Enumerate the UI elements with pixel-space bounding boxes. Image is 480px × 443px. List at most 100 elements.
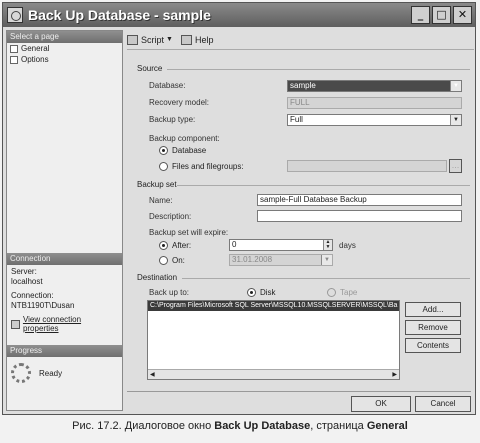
progress-status: Ready (39, 368, 63, 378)
radio-checked-icon (159, 241, 168, 250)
left-pane: Select a page General Options Connection… (6, 30, 123, 411)
connection-header: Connection (7, 253, 122, 265)
recovery-model-field: FULL (287, 97, 462, 109)
scroll-left-icon[interactable]: ◀ (150, 371, 155, 378)
database-icon (7, 7, 23, 23)
destination-list[interactable]: C:\Program Files\Microsoft SQL Server\MS… (147, 300, 400, 380)
connection-value: NTB1190T\Dusan (11, 301, 75, 310)
script-icon (127, 34, 138, 45)
help-icon (180, 34, 192, 45)
figure-caption: Рис. 17.2. Диалоговое окно Back Up Datab… (0, 420, 480, 432)
help-label: Help (194, 34, 214, 45)
expire-date-value: 31.01.2008 (232, 255, 273, 264)
backup-dialog-window: Back Up Database - sample _ □ ✕ Select a… (2, 2, 476, 415)
on-label: On: (172, 256, 185, 265)
backup-type-select[interactable]: Full ▼ (287, 114, 462, 126)
page-icon (10, 44, 18, 53)
caption-middle: , страница (310, 420, 367, 432)
view-connection-label: View connection properties (22, 315, 82, 333)
days-label: days (339, 241, 356, 250)
caption-prefix: Рис. 17.2. Диалоговое окно (72, 420, 215, 432)
expire-date-picker: 31.01.2008 ▼ (229, 254, 333, 266)
page-icon (10, 55, 18, 64)
script-button[interactable]: Script ▼ (127, 34, 173, 45)
recovery-model-label: Recovery model: (149, 98, 210, 107)
expire-days-value: 0 (232, 240, 237, 249)
contents-button[interactable]: Contents (405, 338, 461, 353)
radio-checked-icon (247, 288, 256, 297)
select-page-header: Select a page (7, 31, 122, 43)
chevron-down-icon: ▼ (321, 255, 332, 265)
minimize-button[interactable]: _ (411, 6, 430, 24)
disk-label: Disk (260, 288, 276, 297)
cancel-button[interactable]: Cancel (415, 396, 471, 412)
close-button[interactable]: ✕ (453, 6, 472, 24)
component-files-radio[interactable]: Files and filegroups: (159, 162, 244, 171)
database-value: sample (290, 81, 316, 90)
progress-header: Progress (7, 345, 122, 357)
destination-section-title: Destination (137, 273, 178, 282)
maximize-button[interactable]: □ (432, 6, 451, 24)
description-input[interactable] (257, 210, 462, 222)
window-title: Back Up Database - sample (28, 7, 211, 23)
properties-icon (11, 319, 20, 329)
component-database-label: Database (172, 146, 207, 155)
radio-unchecked-icon (159, 256, 168, 265)
backup-type-label: Backup type: (149, 115, 196, 124)
view-connection-properties-link[interactable]: View connection properties (7, 313, 122, 335)
database-label: Database: (149, 81, 186, 90)
component-files-label: Files and filegroups: (172, 162, 244, 171)
page-item-label: Options (21, 55, 49, 64)
database-select[interactable]: sample ▼ (287, 80, 462, 92)
radio-unchecked-icon (159, 162, 168, 171)
horizontal-scrollbar[interactable]: ◀ ▶ (148, 369, 399, 379)
ok-button[interactable]: OK (351, 396, 411, 412)
toolbar: Script ▼ Help (127, 30, 474, 50)
page-item-general[interactable]: General (7, 43, 122, 54)
disk-radio[interactable]: Disk (247, 288, 276, 297)
progress-spinner-icon (11, 363, 31, 383)
chevron-down-icon: ▼ (450, 81, 461, 91)
files-filegroups-field (287, 160, 447, 172)
source-section-title: Source (137, 64, 163, 73)
backup-component-label: Backup component: (149, 134, 220, 143)
add-button[interactable]: Add... (405, 302, 461, 317)
radio-checked-icon (159, 146, 168, 155)
source-divider (167, 69, 470, 70)
remove-button[interactable]: Remove (405, 320, 461, 335)
general-page-content: Script ▼ Help Source Database: sample ▼ … (127, 30, 474, 390)
expire-on-radio[interactable]: On: (159, 256, 185, 265)
script-label: Script (141, 34, 165, 45)
chevron-down-icon: ▼ (166, 36, 173, 43)
connection-label: Connection: (11, 291, 54, 300)
tape-label: Tape (340, 288, 358, 297)
component-database-radio[interactable]: Database (159, 146, 206, 155)
spinner-arrows-icon[interactable]: ▲ ▼ (323, 240, 332, 250)
description-label: Description: (149, 212, 192, 221)
backup-name-input[interactable]: sample-Full Database Backup (257, 194, 462, 206)
server-value: localhost (11, 277, 43, 286)
page-item-options[interactable]: Options (7, 54, 122, 65)
destination-divider (182, 278, 470, 279)
backup-to-label: Back up to: (149, 288, 190, 297)
caption-page-name: General (366, 420, 408, 432)
caption-dialog-name: Back Up Database (214, 420, 311, 432)
expire-days-stepper[interactable]: 0 ▲ ▼ (229, 239, 333, 251)
chevron-down-icon: ▼ (450, 115, 461, 125)
title-bar[interactable]: Back Up Database - sample _ □ ✕ (3, 3, 475, 27)
help-button[interactable]: Help (180, 34, 214, 45)
progress-section: Progress Ready (7, 345, 122, 389)
browse-files-button: … (449, 159, 462, 173)
footer-divider (127, 391, 471, 392)
after-label: After: (172, 241, 192, 250)
name-label: Name: (149, 196, 173, 205)
expire-after-radio[interactable]: After: (159, 241, 191, 250)
scroll-right-icon[interactable]: ▶ (392, 371, 397, 378)
page-item-label: General (21, 44, 50, 53)
backup-type-value: Full (290, 115, 303, 124)
backup-set-divider (177, 185, 470, 186)
backup-set-section-title: Backup set (137, 180, 177, 189)
connection-section: Connection Server: localhost Connection:… (7, 253, 122, 335)
destination-path-row[interactable]: C:\Program Files\Microsoft SQL Server\MS… (148, 301, 399, 311)
tape-radio: Tape (327, 288, 357, 297)
